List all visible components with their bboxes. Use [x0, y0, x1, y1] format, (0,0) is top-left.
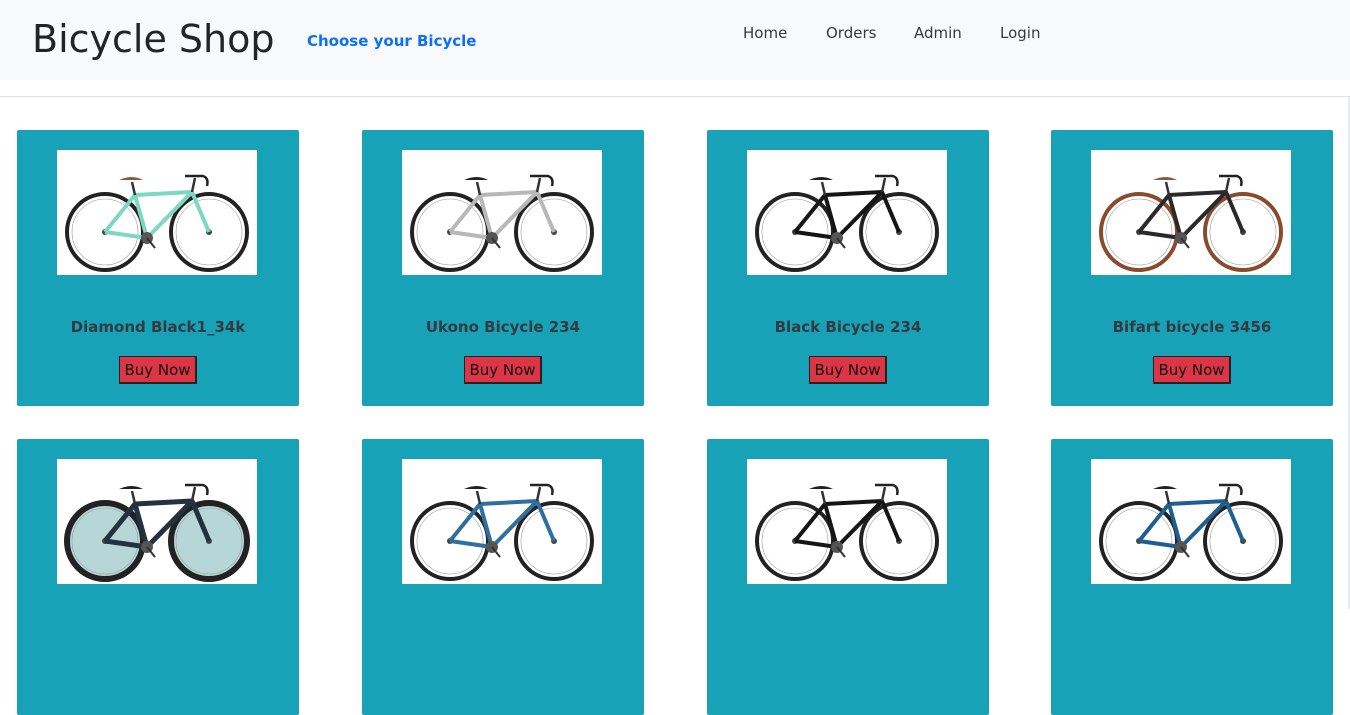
- buy-now-button[interactable]: Buy Now: [1153, 356, 1231, 384]
- product-card: Black Bicycle 234 Buy Now: [707, 130, 989, 406]
- product-card: Bifart bicycle 3456 Buy Now: [1051, 130, 1333, 406]
- product-image[interactable]: [747, 459, 947, 584]
- buy-now-button[interactable]: Buy Now: [464, 356, 542, 384]
- bicycle-illustration: [755, 483, 939, 581]
- buy-now-button[interactable]: Buy Now: [809, 356, 887, 384]
- product-image[interactable]: [57, 459, 257, 584]
- product-image[interactable]: [402, 150, 602, 275]
- product-card: [362, 439, 644, 715]
- product-card: [17, 439, 299, 715]
- product-name: Diamond Black1_34k: [70, 318, 246, 336]
- nav-orders[interactable]: Orders: [826, 23, 876, 43]
- navbar: Bicycle Shop Choose your Bicycle Home Or…: [0, 0, 1350, 80]
- product-image[interactable]: [747, 150, 947, 275]
- tagline: Choose your Bicycle: [307, 32, 477, 50]
- product-name: Black Bicycle 234: [774, 318, 922, 336]
- product-card: [707, 439, 989, 715]
- buy-now-button[interactable]: Buy Now: [119, 356, 197, 384]
- brand-title[interactable]: Bicycle Shop: [32, 14, 275, 64]
- header-divider: [0, 96, 1350, 97]
- product-card: Ukono Bicycle 234 Buy Now: [362, 130, 644, 406]
- nav-login[interactable]: Login: [1000, 23, 1040, 43]
- product-image[interactable]: [1091, 150, 1291, 275]
- product-image[interactable]: [57, 150, 257, 275]
- product-name: Ukono Bicycle 234: [425, 318, 581, 336]
- bicycle-illustration: [410, 174, 594, 272]
- nav-admin[interactable]: Admin: [914, 23, 962, 43]
- bicycle-illustration: [755, 174, 939, 272]
- nav-home[interactable]: Home: [743, 23, 787, 43]
- bicycle-illustration: [1099, 174, 1283, 272]
- bicycle-illustration: [410, 483, 594, 581]
- bicycle-illustration: [64, 483, 250, 582]
- bicycle-illustration: [1099, 483, 1283, 581]
- product-image[interactable]: [1091, 459, 1291, 584]
- product-card: [1051, 439, 1333, 715]
- product-card: Diamond Black1_34k Buy Now: [17, 130, 299, 406]
- product-image[interactable]: [402, 459, 602, 584]
- product-name: Bifart bicycle 3456: [1112, 318, 1272, 336]
- bicycle-illustration: [65, 174, 249, 272]
